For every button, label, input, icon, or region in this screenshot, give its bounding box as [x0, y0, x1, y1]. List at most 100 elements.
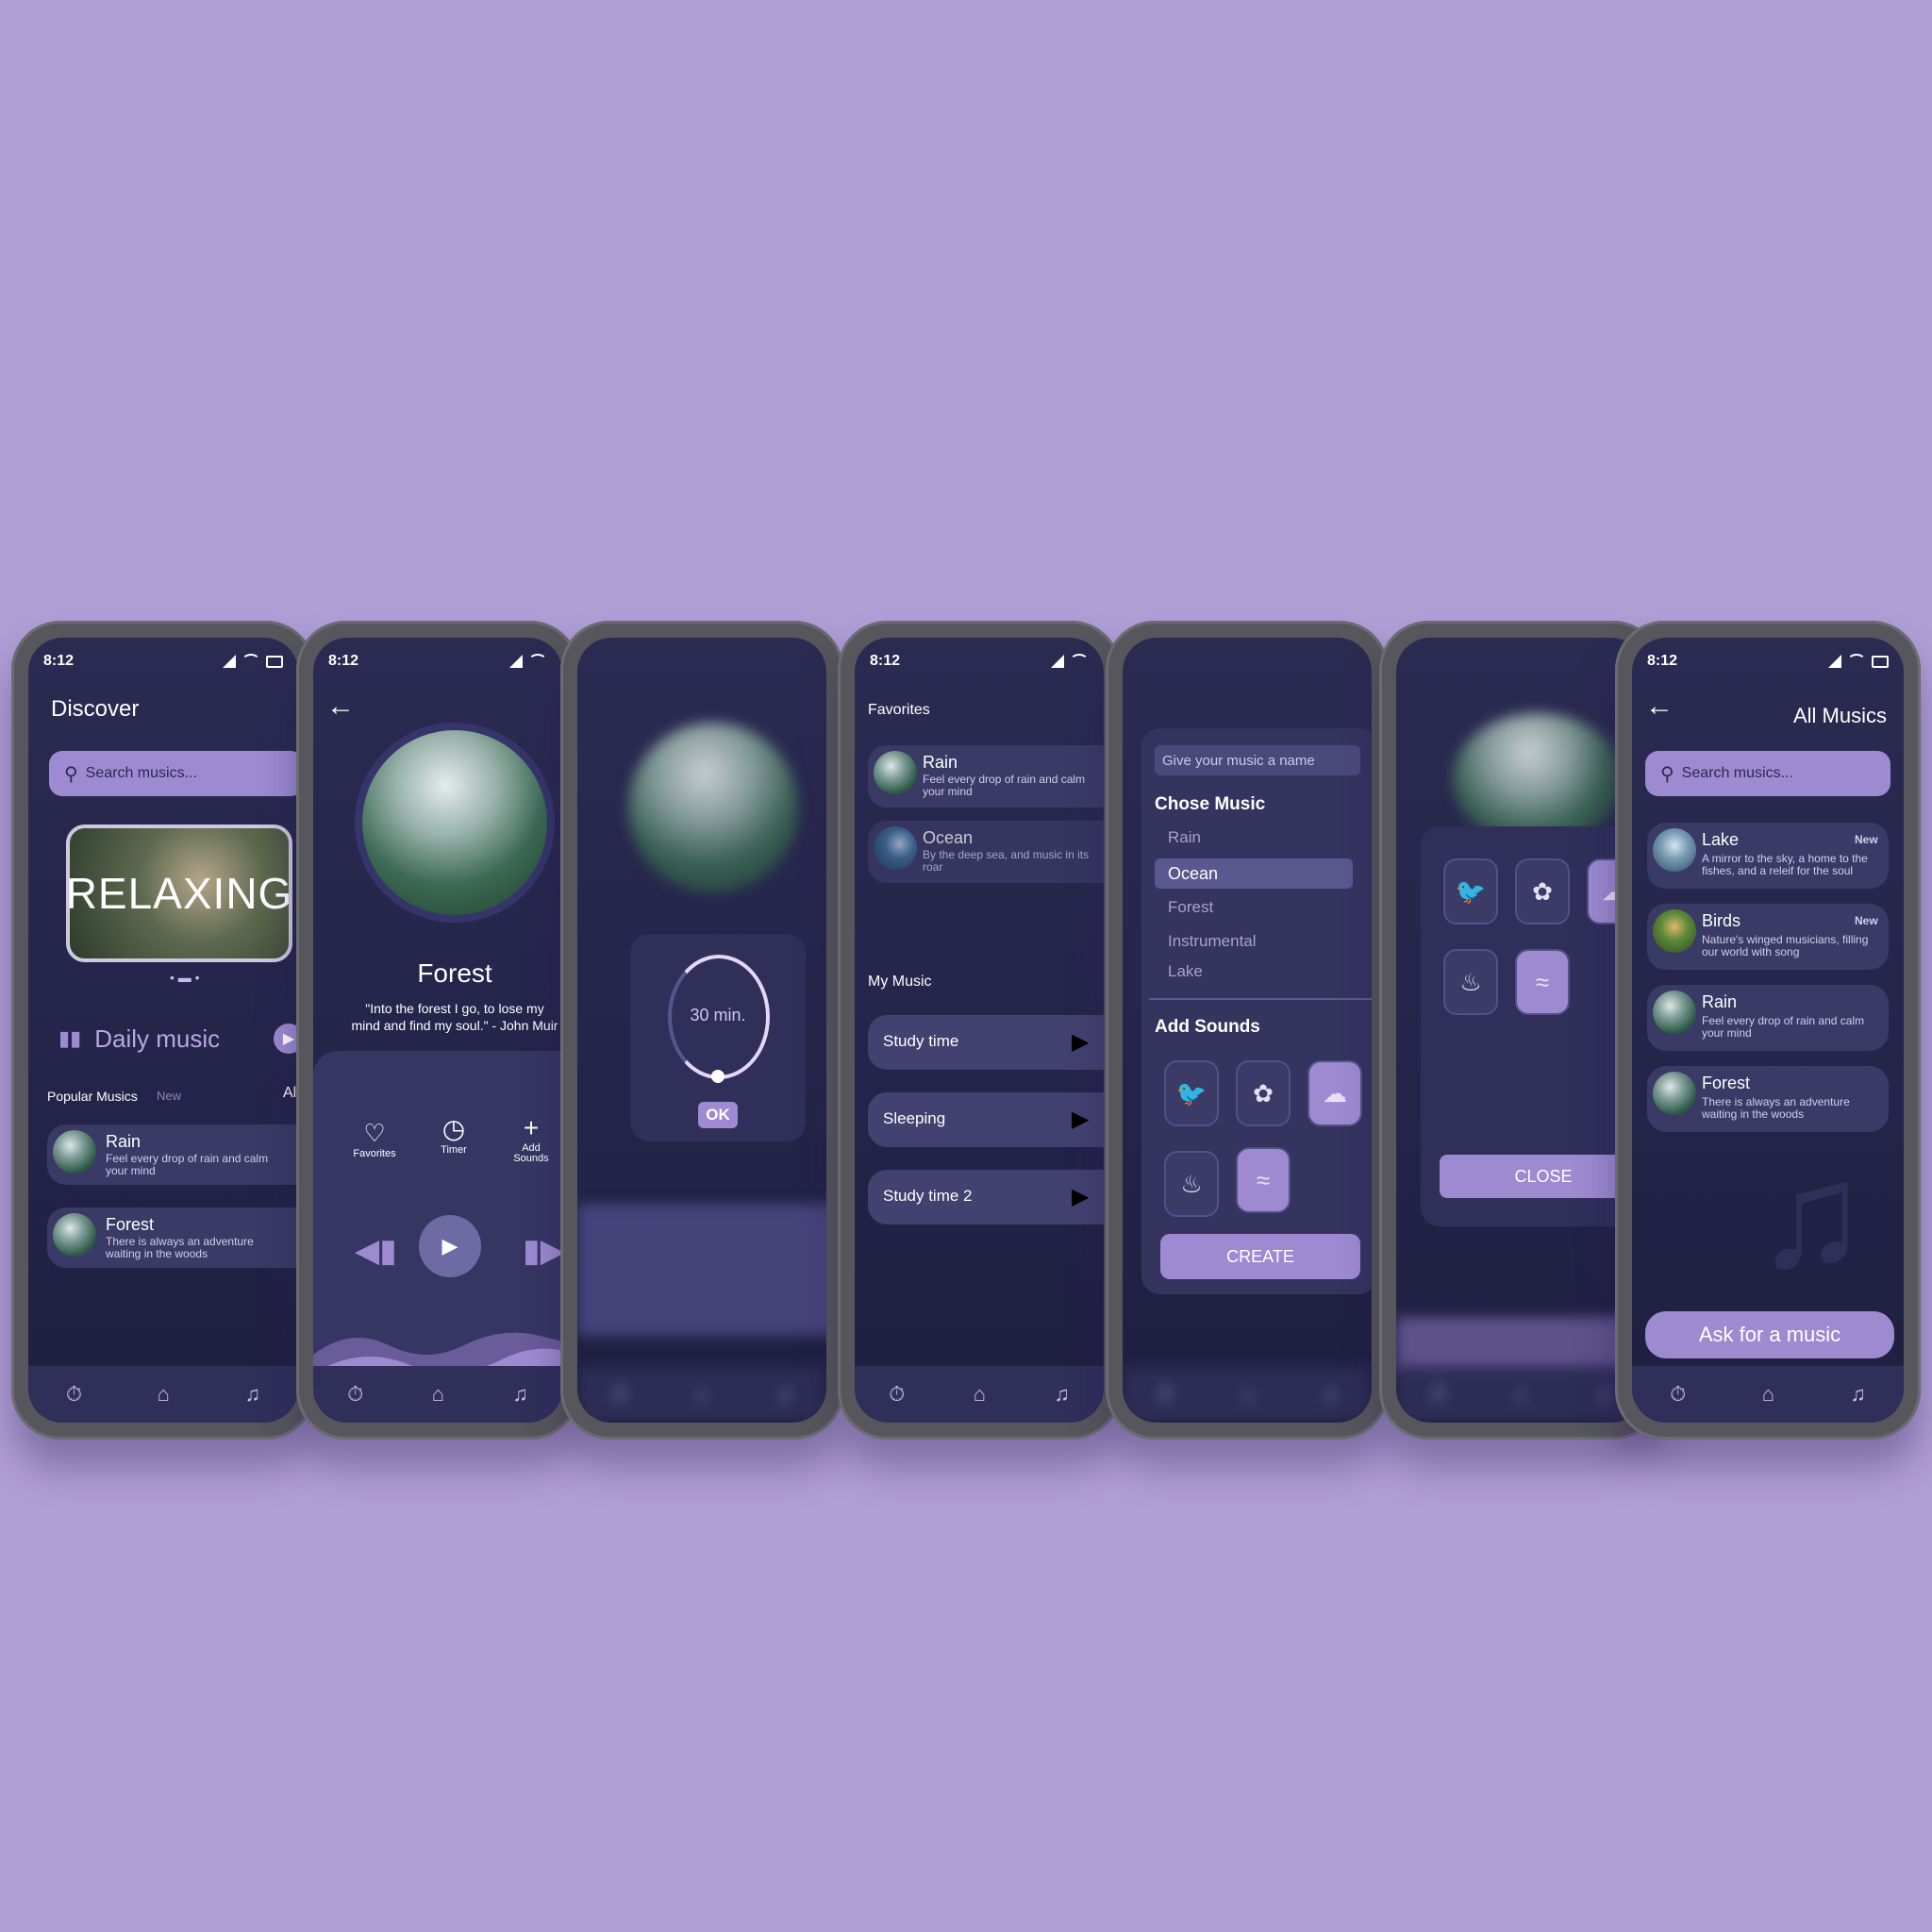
list-item-lake[interactable]: Lake New A mirror to the sky, a home to … — [1647, 823, 1889, 889]
playlist-label: Sleeping — [883, 1109, 946, 1127]
timer-nav-icon[interactable]: ⏱ — [347, 1382, 363, 1407]
timer-button[interactable]: ◷ Timer — [430, 1113, 477, 1156]
lake-thumbnail — [1653, 828, 1696, 872]
bottom-nav: ⏱ ⌂ ♫ — [313, 1366, 562, 1423]
timer-handle[interactable] — [711, 1070, 724, 1083]
playlist-label: Study time — [883, 1032, 959, 1050]
battery-icon — [1872, 655, 1889, 668]
phone-player: 8:12 ← Forest "Into the forest I go, to … — [296, 621, 579, 1440]
relaxing-banner[interactable]: RELAXING — [66, 824, 292, 962]
option-instrumental[interactable]: Instrumental — [1168, 932, 1257, 951]
item-desc: Feel every drop of rain and calm your mi… — [923, 773, 1086, 798]
favorite-item-ocean[interactable]: Ocean By the deep sea, and music in its … — [868, 821, 1104, 883]
home-nav-icon[interactable]: ⌂ — [1762, 1382, 1774, 1407]
home-nav-icon[interactable]: ⌂ — [158, 1382, 170, 1407]
album-art-blurred — [628, 723, 798, 892]
item-title: Rain — [1702, 992, 1738, 1011]
music-nav-icon[interactable]: ♫ — [245, 1382, 261, 1407]
playlist-sleeping[interactable]: Sleeping ▶ — [868, 1092, 1104, 1147]
list-item-rain[interactable]: Rain Feel every drop of rain and calm yo… — [47, 1124, 298, 1185]
option-rain[interactable]: Rain — [1168, 828, 1201, 847]
list-item-rain[interactable]: Rain Feel every drop of rain and calm yo… — [1647, 985, 1889, 1051]
screen-all-musics: 8:12 ← All Musics ⚲ Search musics... Lak… — [1632, 638, 1904, 1423]
new-badge: New — [1855, 833, 1878, 846]
list-item-birds[interactable]: Birds New Nature's winged musicians, fil… — [1647, 904, 1889, 970]
search-placeholder: Search musics... — [1681, 765, 1793, 781]
music-nav-icon[interactable]: ♫ — [1850, 1382, 1866, 1407]
storm-sound-button[interactable]: ☁ — [1307, 1060, 1362, 1126]
name-input[interactable]: Give your music a name — [1155, 745, 1360, 775]
timer-dialog: 30 min. OK — [630, 934, 806, 1141]
list-item-forest[interactable]: Forest There is always an adventure wait… — [1647, 1066, 1889, 1132]
cricket-sound-button[interactable]: ✿ — [1515, 858, 1570, 924]
timer-nav-icon[interactable]: ⏱ — [1670, 1382, 1686, 1407]
fire-sound-button[interactable]: ♨ — [1164, 1151, 1219, 1217]
screen-create: Give your music a name Chose Music Rain … — [1123, 638, 1372, 1423]
album-art-blurred — [1453, 713, 1623, 845]
list-item-forest[interactable]: Forest There is always an adventure wait… — [47, 1208, 298, 1268]
bird-sound-button[interactable]: 🐦 — [1443, 858, 1498, 924]
ok-button[interactable]: OK — [698, 1102, 738, 1128]
playlist-study-time-2[interactable]: Study time 2 ▶ — [868, 1170, 1104, 1224]
fire-sound-button[interactable]: ♨ — [1443, 949, 1498, 1015]
forest-thumbnail — [1653, 1072, 1696, 1115]
play-icon[interactable]: ▶ — [1072, 1106, 1089, 1133]
wifi-icon — [242, 654, 260, 669]
play-button[interactable]: ▶ — [419, 1215, 481, 1277]
next-icon[interactable]: ▮▶ — [523, 1232, 562, 1270]
favorites-heading: Favorites — [868, 702, 930, 718]
search-input[interactable]: ⚲ Search musics... — [49, 751, 298, 796]
signal-icon — [509, 655, 523, 668]
playlist-study-time[interactable]: Study time ▶ — [868, 1015, 1104, 1070]
new-badge: New — [1855, 914, 1878, 927]
phone-create: Give your music a name Chose Music Rain … — [1106, 621, 1389, 1440]
option-lake[interactable]: Lake — [1168, 962, 1203, 981]
bottom-nav: ⏱ ⌂ ♫ — [1123, 1366, 1372, 1423]
play-icon[interactable]: ▶ — [1072, 1028, 1089, 1056]
item-desc: Feel every drop of rain and calm your mi… — [106, 1152, 269, 1177]
create-button[interactable]: CREATE — [1160, 1234, 1360, 1279]
daily-play-button[interactable]: ▶ — [274, 1024, 298, 1054]
home-nav-icon[interactable]: ⌂ — [974, 1382, 986, 1407]
wifi-icon — [1070, 654, 1089, 669]
option-forest[interactable]: Forest — [1168, 898, 1213, 917]
timer-nav-icon[interactable]: ⏱ — [889, 1382, 905, 1407]
status-bar: 8:12 — [870, 651, 1089, 672]
phone-library: 8:12 Favorites Rain Feel every drop of r… — [838, 621, 1121, 1440]
add-sounds-button[interactable]: + Add Sounds — [508, 1113, 555, 1164]
add-sounds-label: Add Sounds — [513, 1142, 549, 1164]
music-nav-icon[interactable]: ♫ — [1054, 1382, 1070, 1407]
search-input[interactable]: ⚲ Search musics... — [1645, 751, 1890, 796]
option-ocean-selected[interactable]: Ocean — [1155, 858, 1353, 889]
page-title: All Musics — [1792, 704, 1887, 727]
back-arrow-icon[interactable]: ← — [326, 691, 355, 723]
bottom-nav: ⏱ ⌂ ♫ — [1632, 1366, 1904, 1423]
ask-for-music-button[interactable]: Ask for a music — [1645, 1311, 1894, 1358]
search-icon: ⚲ — [64, 763, 78, 785]
new-tag[interactable]: New — [157, 1089, 181, 1103]
wind-sound-button[interactable]: ≈ — [1515, 949, 1570, 1015]
cricket-sound-button[interactable]: ✿ — [1236, 1060, 1291, 1126]
favorites-button[interactable]: ♡ Favorites — [351, 1119, 398, 1159]
wifi-icon — [528, 654, 547, 669]
favorites-label: Favorites — [353, 1148, 396, 1159]
play-icon[interactable]: ▶ — [1072, 1183, 1089, 1210]
music-nav-icon[interactable]: ♫ — [512, 1382, 528, 1407]
signal-icon — [223, 655, 236, 668]
timer-nav-icon[interactable]: ⏱ — [66, 1382, 82, 1407]
previous-icon[interactable]: ◀▮ — [355, 1232, 397, 1270]
search-icon: ⚲ — [1660, 763, 1674, 785]
screen-player: 8:12 ← Forest "Into the forest I go, to … — [313, 638, 562, 1423]
back-arrow-icon[interactable]: ← — [1645, 691, 1674, 723]
status-bar: 8:12 — [43, 651, 283, 672]
daily-music-row[interactable]: ▮▮ Daily music ▶ — [49, 1015, 298, 1062]
forest-thumbnail — [53, 1213, 96, 1257]
favorite-item-rain[interactable]: Rain Feel every drop of rain and calm yo… — [868, 745, 1104, 808]
wind-sound-button[interactable]: ≈ — [1236, 1147, 1291, 1213]
add-sounds-heading: Add Sounds — [1155, 1017, 1260, 1037]
bird-sound-button[interactable]: 🐦 — [1164, 1060, 1219, 1126]
home-nav-icon[interactable]: ⌂ — [432, 1382, 444, 1407]
music-nav-icon: ♫ — [776, 1382, 792, 1406]
page-title: Discover — [51, 696, 140, 722]
status-time: 8:12 — [1647, 653, 1678, 669]
